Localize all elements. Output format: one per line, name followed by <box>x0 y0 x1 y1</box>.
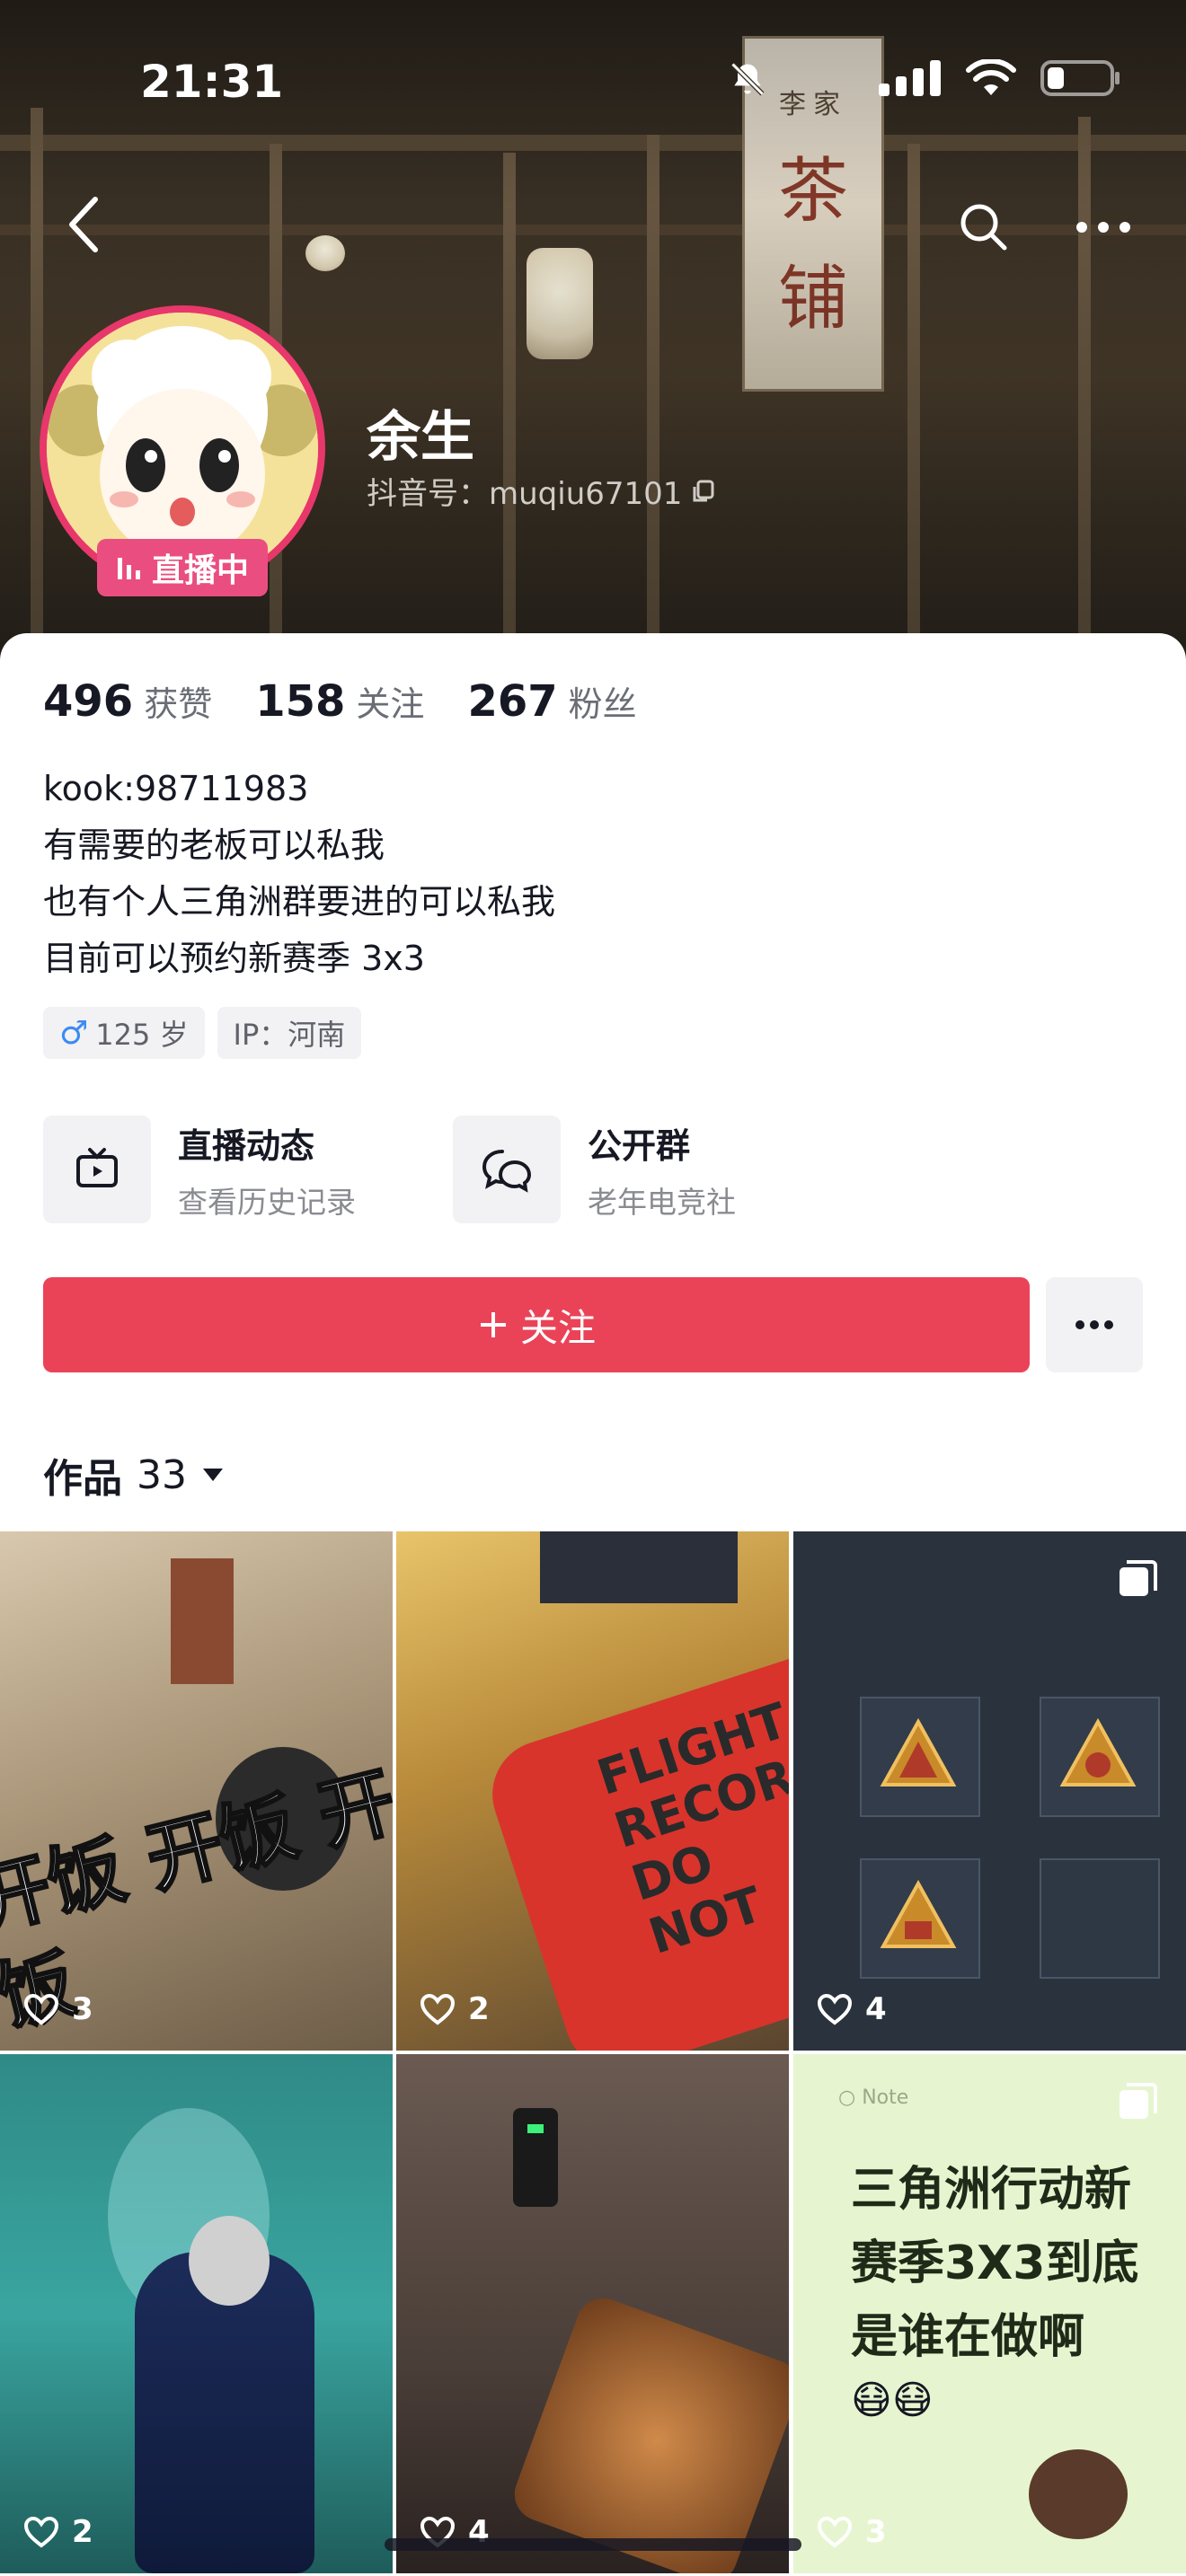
note-tile[interactable]: ○ Note 三角洲行动新赛季3X3到底是谁在做啊 😷😷 3 <box>793 2054 1186 2573</box>
signal-icon <box>879 60 941 96</box>
live-badge[interactable]: 直播中 <box>97 539 268 596</box>
image-tile[interactable]: 4 <box>793 1531 1186 2051</box>
heart-icon <box>23 2516 59 2548</box>
home-indicator[interactable] <box>385 2538 801 2551</box>
gender-age-tag: ♂ 125 岁 <box>43 1007 205 1059</box>
battery-icon <box>1040 60 1120 96</box>
heart-icon <box>23 1993 59 2025</box>
like-count: 3 <box>23 1991 93 2027</box>
feature-entries: 直播动态 查看历史记录 公开群 老年电竞社 <box>43 1116 1143 1223</box>
sticker-avatar <box>1029 2449 1128 2539</box>
copy-icon[interactable] <box>691 479 716 504</box>
more-options-icon[interactable] <box>1071 198 1136 257</box>
plus-icon <box>480 1312 506 1337</box>
like-count: 4 <box>817 1991 887 2027</box>
bio-line: kook:98711983 <box>43 769 309 808</box>
heart-icon <box>817 1993 853 2025</box>
note-label: ○ Note <box>838 2086 909 2109</box>
live-history-entry[interactable]: 直播动态 查看历史记录 <box>43 1116 356 1223</box>
video-tile[interactable]: FLIGHT RECORDER DO NOT 2 <box>396 1531 789 2051</box>
video-tile[interactable]: 开饭 开饭 开饭 3 <box>0 1531 393 2051</box>
more-dots-icon <box>1075 1320 1113 1329</box>
tv-icon <box>76 1148 118 1187</box>
silent-bell-icon <box>730 62 765 96</box>
video-tile[interactable]: 4 <box>396 2054 789 2573</box>
bio-line: 有需要的老板可以私我 <box>43 825 385 865</box>
status-icons <box>730 59 1121 97</box>
profile-tags: ♂ 125 岁 IP：河南 <box>43 1007 362 1059</box>
live-bars-icon <box>117 558 140 579</box>
badge-emblem-icon <box>880 1717 957 1786</box>
bio-line: 目前可以预约新赛季 3x3 <box>43 939 425 978</box>
like-count: 3 <box>817 2514 887 2550</box>
douyin-id[interactable]: 抖音号：muqiu67101 <box>367 469 716 513</box>
multi-image-icon <box>1120 1560 1157 1596</box>
bio: kook:98711983 有需要的老板可以私我 也有个人三角洲群要进的可以私我… <box>43 761 555 987</box>
male-icon: ♂ <box>59 1014 89 1052</box>
works-tab[interactable]: 作品 33 <box>43 1446 225 1504</box>
stats-row: 496 获赞 158 关注 267 粉丝 <box>43 676 637 727</box>
caret-down-icon <box>203 1469 223 1481</box>
video-tile[interactable]: 2 <box>0 2054 393 2573</box>
nickname: 余生 <box>367 406 474 469</box>
stat-following[interactable]: 158 关注 <box>255 676 424 727</box>
badge-emblem-icon <box>1059 1717 1137 1786</box>
ip-tag: IP：河南 <box>217 1007 362 1059</box>
stat-likes[interactable]: 496 获赞 <box>43 676 212 727</box>
more-actions-button[interactable] <box>1046 1277 1143 1372</box>
wifi-icon <box>966 59 1016 95</box>
follow-button[interactable]: 关注 <box>43 1277 1030 1372</box>
bio-line: 也有个人三角洲群要进的可以私我 <box>43 882 556 922</box>
like-count: 2 <box>420 1991 490 2027</box>
back-arrow-icon[interactable] <box>58 189 111 260</box>
search-icon[interactable] <box>954 198 1013 257</box>
multi-image-icon <box>1120 2083 1157 2119</box>
group-chat-icon <box>482 1150 532 1193</box>
like-count: 2 <box>23 2514 93 2550</box>
badge-emblem-icon <box>880 1879 957 1948</box>
stat-followers[interactable]: 267 粉丝 <box>467 676 636 727</box>
mask-emoji: 😷😷 <box>851 2378 934 2423</box>
public-group-entry[interactable]: 公开群 老年电竞社 <box>453 1116 736 1223</box>
status-time: 21:31 <box>140 56 284 108</box>
heart-icon <box>420 1993 456 2025</box>
heart-icon <box>817 2516 853 2548</box>
